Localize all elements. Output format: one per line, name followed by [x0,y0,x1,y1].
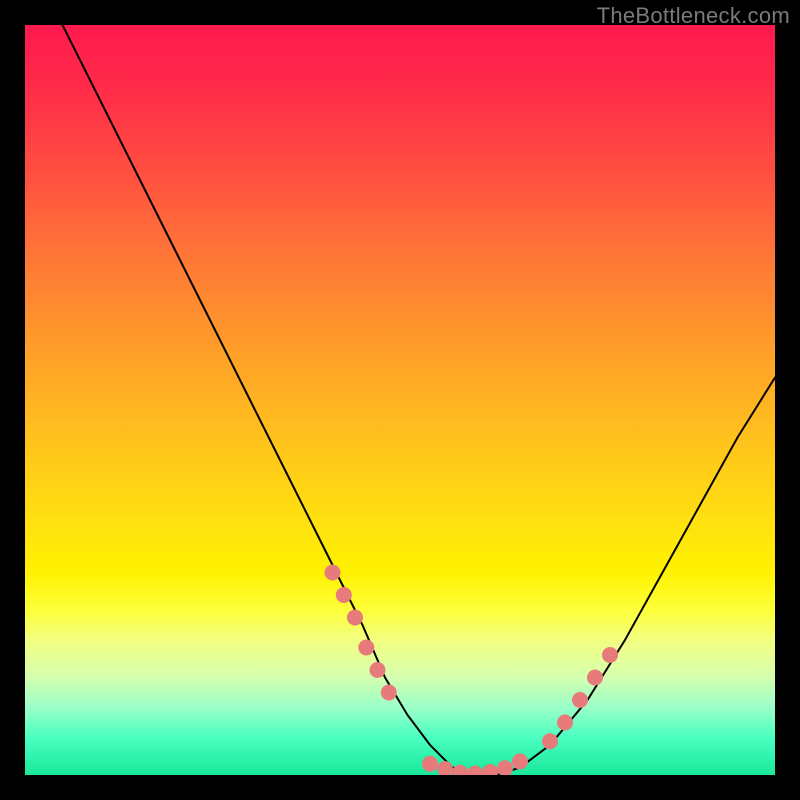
watermark-text: TheBottleneck.com [597,3,790,29]
highlight-dot [381,685,397,701]
highlight-dot [482,764,498,775]
highlight-dot [587,670,603,686]
highlight-dot [512,754,528,770]
bottleneck-curve [63,25,776,775]
highlight-dot [358,640,374,656]
highlight-dot [336,587,352,603]
highlight-dot [452,765,468,775]
highlight-dot [422,756,438,772]
highlight-dot [497,760,513,775]
highlight-dot [467,766,483,776]
highlight-dot [347,610,363,626]
chart-frame: TheBottleneck.com [0,0,800,800]
chart-svg [25,25,775,775]
highlight-dot [437,761,453,775]
highlight-dot [325,565,341,581]
highlight-dots [325,565,619,776]
highlight-dot [370,662,386,678]
highlight-dot [557,715,573,731]
highlight-dot [602,647,618,663]
highlight-dot [542,733,558,749]
highlight-dot [572,692,588,708]
